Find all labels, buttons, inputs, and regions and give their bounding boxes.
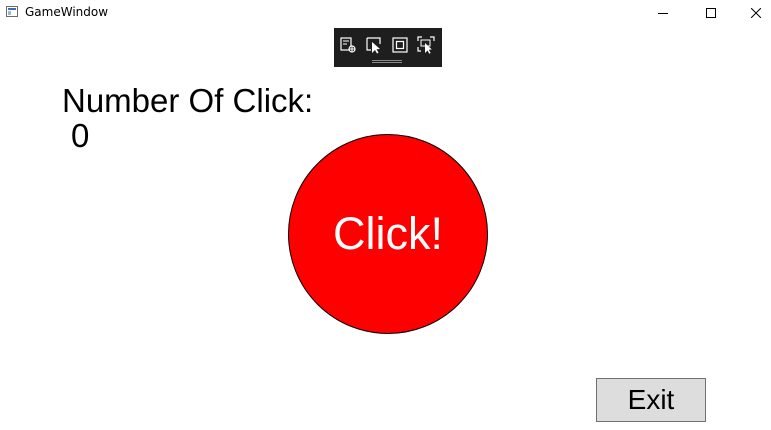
title-bar[interactable]: GameWindow bbox=[0, 0, 771, 25]
click-count-label: Number Of Click: bbox=[62, 82, 314, 119]
game-window: GameWindow Number Of Click: 0 Click! Exi… bbox=[0, 0, 771, 430]
minimize-button[interactable] bbox=[640, 0, 686, 25]
minimize-icon bbox=[658, 8, 668, 18]
exit-button-label: Exit bbox=[627, 384, 675, 415]
app-icon bbox=[6, 6, 18, 17]
maximize-button[interactable] bbox=[688, 0, 734, 25]
display-layout-adorners-icon[interactable] bbox=[391, 36, 409, 54]
close-button[interactable] bbox=[733, 0, 771, 25]
select-element-icon[interactable] bbox=[365, 36, 383, 54]
window-title: GameWindow bbox=[25, 5, 109, 19]
track-focus-icon[interactable] bbox=[417, 36, 435, 54]
click-button-label: Click! bbox=[333, 208, 443, 259]
click-button[interactable]: Click! bbox=[288, 134, 488, 334]
live-visual-tree-icon[interactable] bbox=[339, 36, 357, 54]
xaml-debug-toolbar bbox=[334, 28, 442, 67]
close-icon bbox=[751, 7, 761, 18]
toolbar-grip-handle[interactable] bbox=[372, 60, 402, 63]
click-count-value: 0 bbox=[71, 117, 90, 154]
exit-button[interactable]: Exit bbox=[596, 378, 706, 422]
maximize-icon bbox=[706, 7, 716, 18]
